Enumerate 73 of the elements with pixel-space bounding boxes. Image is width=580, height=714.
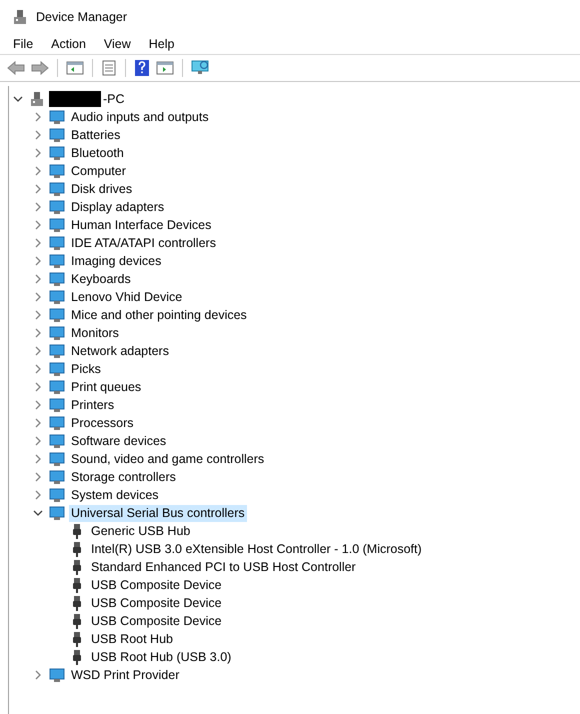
chevron-icon[interactable] [13, 96, 23, 102]
tree-item[interactable]: Network adapters [69, 342, 171, 360]
tree-item[interactable]: Batteries [69, 126, 122, 144]
device-icon [49, 271, 65, 287]
tree-item[interactable]: Audio inputs and outputs [69, 108, 211, 126]
tree-item[interactable]: Lenovo Vhid Device [69, 288, 184, 306]
device-icon [49, 235, 65, 251]
tree-item[interactable]: Storage controllers [69, 468, 178, 486]
device-icon [49, 361, 65, 377]
tree-item[interactable]: Printers [69, 396, 116, 414]
tree-item[interactable]: Disk drives [69, 180, 134, 198]
device-icon [49, 379, 65, 395]
menu-item[interactable]: Action [51, 37, 86, 51]
device-icon [49, 325, 65, 341]
app-icon [12, 9, 28, 25]
chevron-icon[interactable] [33, 510, 43, 516]
tree-item[interactable]: Keyboards [69, 270, 133, 288]
tree-item[interactable]: -PC [101, 90, 127, 108]
tree-item[interactable]: Intel(R) USB 3.0 eXtensible Host Controller - 1.0 (Microsoft) [89, 540, 424, 558]
tree-item[interactable]: Imaging devices [69, 252, 164, 270]
device-icon [49, 451, 65, 467]
device-icon [49, 469, 65, 485]
tree-item[interactable]: Human Interface Devices [69, 216, 214, 234]
tree-item[interactable]: Software devices [69, 432, 168, 450]
device-icon [49, 343, 65, 359]
menu-item[interactable]: View [104, 37, 131, 51]
tree-item[interactable]: Picks [69, 360, 103, 378]
tree-item[interactable]: Display adapters [69, 198, 166, 216]
panel-icon[interactable] [156, 60, 174, 76]
properties-icon[interactable] [101, 60, 117, 76]
tree-item[interactable]: USB Composite Device [89, 576, 224, 594]
window-title: Device Manager [36, 10, 128, 24]
device-icon [49, 145, 65, 161]
tree-item[interactable]: Sound, video and game controllers [69, 450, 266, 468]
tree-item[interactable]: Print queues [69, 378, 144, 396]
device-icon [49, 181, 65, 197]
device-icon [49, 253, 65, 269]
tree-item[interactable]: Universal Serial Bus controllers [69, 504, 247, 522]
tree-item[interactable]: Computer [69, 162, 128, 180]
tree-item[interactable]: System devices [69, 486, 161, 504]
tree-item[interactable]: USB Composite Device [89, 594, 224, 612]
device-icon [49, 127, 65, 143]
device-icon [49, 109, 65, 125]
device-icon [49, 163, 65, 179]
tree-item[interactable]: Standard Enhanced PCI to USB Host Controller [89, 558, 358, 576]
tree-item[interactable]: USB Composite Device [89, 612, 224, 630]
device-icon [49, 667, 65, 683]
tree-item[interactable]: Bluetooth [69, 144, 126, 162]
menu-item[interactable]: Help [148, 37, 174, 51]
tree-item[interactable]: Mice and other pointing devices [69, 306, 249, 324]
monitor-scan-icon[interactable] [191, 59, 211, 77]
device-icon [49, 415, 65, 431]
tree-item[interactable]: WSD Print Provider [69, 666, 182, 684]
tree-item[interactable]: Processors [69, 414, 136, 432]
device-icon [49, 397, 65, 413]
panel-icon[interactable] [66, 60, 84, 76]
device-icon [49, 199, 65, 215]
device-icon [49, 487, 65, 503]
tree-item[interactable]: USB Root Hub [89, 630, 175, 648]
tree-item[interactable]: IDE ATA/ATAPI controllers [69, 234, 218, 252]
device-icon [49, 433, 65, 449]
tree-item[interactable]: USB Root Hub (USB 3.0) [89, 648, 234, 666]
tree-item[interactable]: Generic USB Hub [89, 522, 192, 540]
menu-item[interactable]: File [13, 37, 34, 51]
device-icon [49, 505, 65, 521]
device-icon [49, 289, 65, 305]
help-icon[interactable] [134, 59, 150, 77]
forward-arrow-icon[interactable] [31, 61, 49, 75]
device-icon [49, 307, 65, 323]
back-arrow-icon[interactable] [7, 61, 25, 75]
device-icon [49, 217, 65, 233]
computer-icon [29, 91, 45, 107]
tree-item[interactable]: Monitors [69, 324, 121, 342]
